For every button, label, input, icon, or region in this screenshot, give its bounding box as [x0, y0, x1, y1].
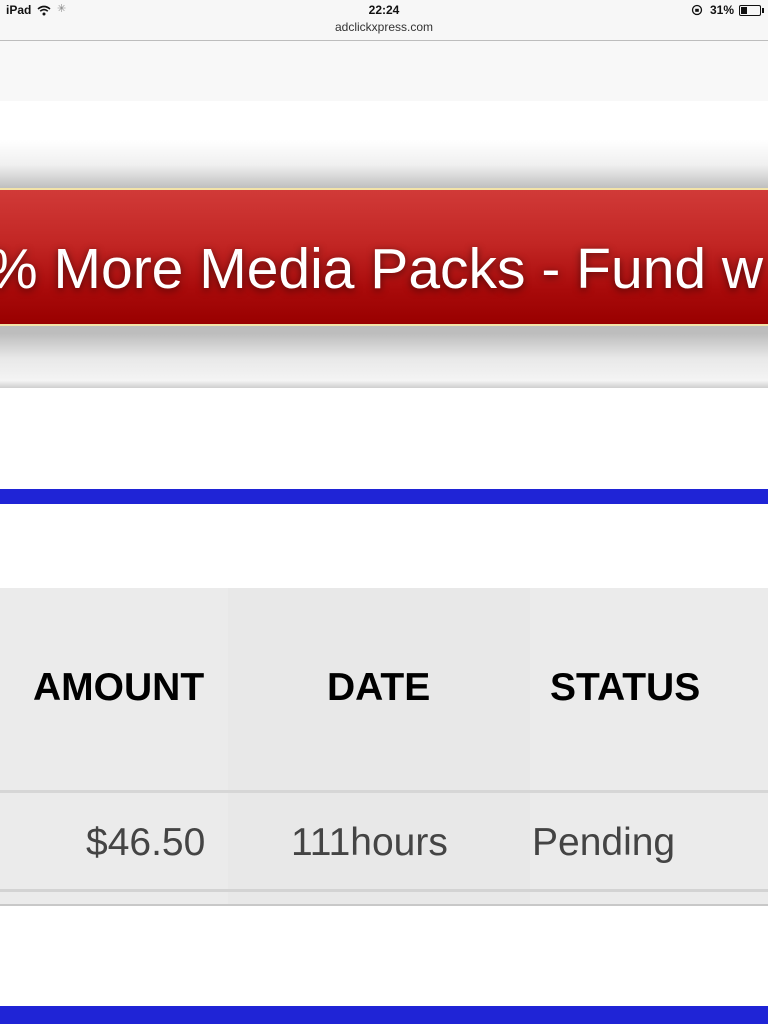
cell-amount: $46.50 [86, 821, 206, 864]
banner-container: % More Media Packs - Fund w [0, 140, 768, 388]
table-row: $46.50 111hours Pending [0, 793, 768, 892]
divider-line [0, 489, 768, 504]
cell-status: Pending [532, 821, 676, 864]
clock: 22:24 [368, 3, 400, 17]
battery-level [741, 7, 747, 14]
battery-nub [762, 8, 764, 13]
column-header-date: DATE [327, 666, 431, 709]
column-header-status: STATUS [550, 666, 701, 709]
status-bar: iPad ✳ 22:24 adclickxpress.com 31% [0, 0, 768, 41]
page-top-bar [0, 41, 768, 101]
orientation-lock-icon [691, 3, 703, 21]
table-header-row: AMOUNT DATE STATUS [0, 588, 768, 793]
address-bar[interactable]: adclickxpress.com [0, 20, 768, 34]
cell-date: 111hours [291, 821, 448, 864]
transactions-table: AMOUNT DATE STATUS $46.50 111hours Pendi… [0, 588, 768, 906]
divider-line-bottom [0, 1006, 768, 1024]
battery-icon [739, 5, 764, 16]
battery-percentage: 31% [710, 3, 735, 17]
promo-banner[interactable]: % More Media Packs - Fund w [0, 188, 768, 326]
banner-text: % More Media Packs - Fund w [0, 237, 764, 301]
column-header-amount: AMOUNT [33, 666, 205, 709]
